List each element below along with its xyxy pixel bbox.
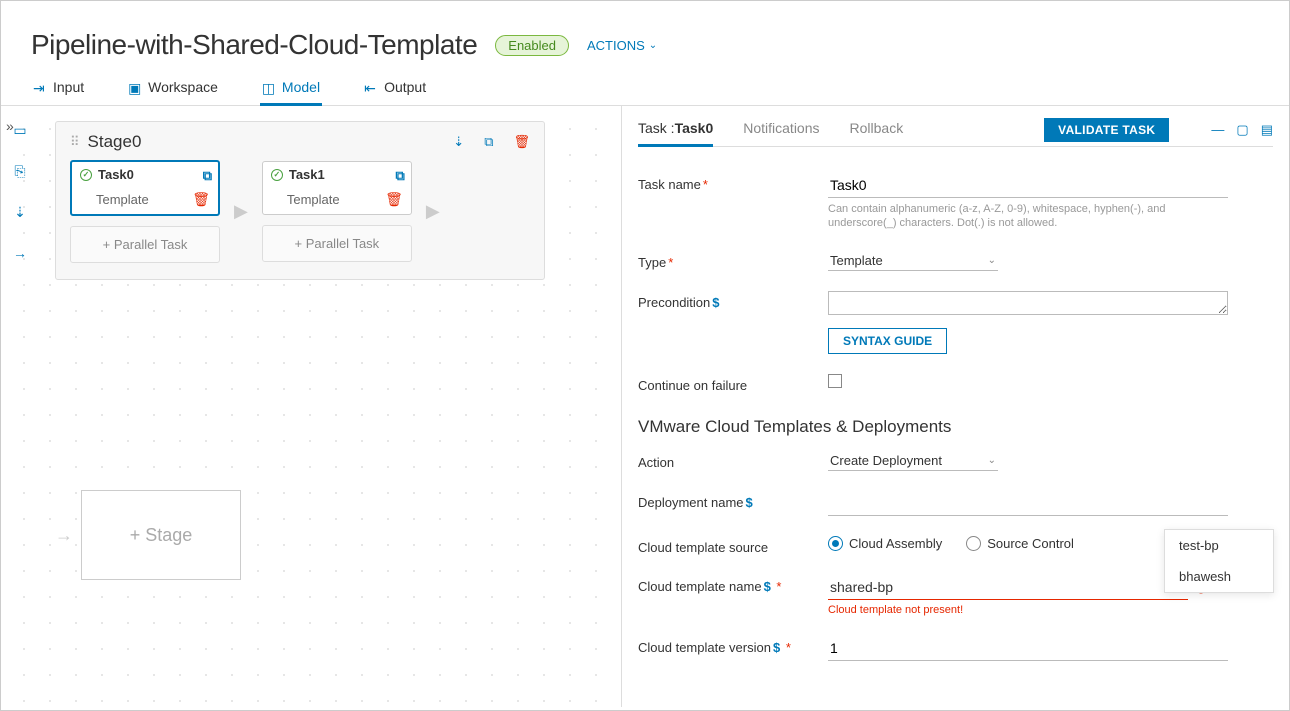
stage-card[interactable]: ⠿ Stage0 ⇣ ⧉ 🗑 ✓ Task0 ⧉	[55, 121, 545, 280]
task-name-label: Task name*	[638, 173, 818, 192]
page-header: Pipeline-with-Shared-Cloud-Template Enab…	[1, 1, 1289, 71]
task-card-task1[interactable]: ✓ Task1 ⧉ Template 🗑	[262, 161, 412, 215]
stage-header: ⠿ Stage0 ⇣ ⧉ 🗑	[70, 132, 530, 160]
delete-task-icon[interactable]: 🗑	[192, 191, 210, 208]
validate-task-button[interactable]: VALIDATE TASK	[1044, 118, 1169, 142]
dropdown-item-bhawesh[interactable]: bhawesh	[1165, 561, 1273, 592]
panel-tab-notifications[interactable]: Notifications	[743, 114, 819, 146]
cloud-template-version-input[interactable]	[828, 636, 1228, 661]
radio-cloud-assembly[interactable]: Cloud Assembly	[828, 536, 942, 551]
task-properties-panel: Task :Task0 Notifications Rollback VALID…	[621, 106, 1289, 707]
deployment-name-label: Deployment name$	[638, 491, 818, 510]
type-select[interactable]: Template⌄	[828, 251, 998, 271]
continue-on-failure-checkbox[interactable]	[828, 374, 842, 388]
add-stage-button[interactable]: + Stage	[81, 490, 241, 580]
radio-icon	[966, 536, 981, 551]
page-title: Pipeline-with-Shared-Cloud-Template	[31, 29, 477, 61]
minimize-icon[interactable]: —	[1211, 122, 1224, 138]
add-parallel-task-button[interactable]: + Parallel Task	[262, 225, 412, 262]
cloud-template-source-label: Cloud template source	[638, 536, 818, 555]
chevron-down-icon: ⌄	[988, 255, 996, 266]
task-name-hint: Can contain alphanumeric (a-z, A-Z, 0-9)…	[828, 202, 1228, 231]
flow-arrow-icon: ▶	[426, 201, 440, 222]
status-ok-icon: ✓	[80, 169, 92, 181]
precondition-label: Precondition$	[638, 291, 818, 310]
task-name-input[interactable]	[828, 173, 1228, 198]
cloud-template-version-label: Cloud template version$ *	[638, 636, 818, 655]
flow-arrow-icon: →	[55, 525, 73, 546]
task-name: Task0	[98, 167, 134, 182]
type-label: Type*	[638, 251, 818, 270]
variable-picker-icon[interactable]: $	[712, 295, 719, 310]
chevron-down-icon: ⌄	[649, 40, 657, 51]
input-icon: ⇥	[33, 80, 47, 94]
toolbar-import-icon[interactable]: ⇣	[14, 204, 26, 221]
duplicate-task-icon[interactable]: ⧉	[203, 168, 212, 184]
workspace-icon: ▣	[128, 80, 142, 94]
drag-handle-icon[interactable]: ⠿	[70, 134, 78, 150]
toolbar-layout-icon[interactable]: ▭	[13, 122, 26, 139]
cloud-template-name-error: Cloud template not present!	[828, 604, 1273, 616]
status-ok-icon: ✓	[271, 169, 283, 181]
action-label: Action	[638, 451, 818, 470]
cloud-template-name-input[interactable]	[828, 575, 1188, 600]
precondition-input[interactable]	[828, 291, 1228, 315]
flow-arrow-icon: ▶	[234, 201, 248, 222]
duplicate-task-icon[interactable]: ⧉	[396, 168, 405, 184]
tab-workspace[interactable]: ▣ Workspace	[126, 71, 220, 105]
variable-picker-icon[interactable]: $	[764, 579, 771, 594]
panel-tab-rollback[interactable]: Rollback	[850, 114, 904, 146]
stage-name[interactable]: Stage0	[88, 132, 444, 152]
continue-on-failure-label: Continue on failure	[638, 374, 818, 393]
import-stage-icon[interactable]: ⇣	[453, 134, 464, 150]
radio-source-control[interactable]: Source Control	[966, 536, 1074, 551]
radio-icon	[828, 536, 843, 551]
panel-tab-task[interactable]: Task :Task0	[638, 114, 713, 146]
delete-stage-icon[interactable]: 🗑	[513, 134, 530, 150]
task-card-task0[interactable]: ✓ Task0 ⧉ Template 🗑	[70, 160, 220, 216]
action-select[interactable]: Create Deployment⌄	[828, 451, 998, 471]
dock-icon[interactable]: ▤	[1261, 122, 1273, 138]
task-type-label: Template	[287, 192, 340, 207]
variable-picker-icon[interactable]: $	[746, 495, 753, 510]
deployment-name-input[interactable]	[828, 491, 1228, 516]
duplicate-stage-icon[interactable]: ⧉	[484, 134, 493, 150]
variable-picker-icon[interactable]: $	[773, 640, 780, 655]
template-name-dropdown: test-bp bhawesh	[1164, 529, 1274, 593]
syntax-guide-button[interactable]: SYNTAX GUIDE	[828, 328, 947, 354]
dropdown-item-test-bp[interactable]: test-bp	[1165, 530, 1273, 561]
model-canvas[interactable]: ▭ ⎘ ⇣ → ⠿ Stage0 ⇣ ⧉ 🗑 ✓	[1, 106, 621, 707]
add-parallel-task-button[interactable]: + Parallel Task	[70, 226, 220, 263]
tab-model[interactable]: ◫ Model	[260, 71, 322, 105]
toolbar-arrow-icon[interactable]: →	[13, 245, 27, 261]
deployments-section-title: VMware Cloud Templates & Deployments	[638, 403, 1273, 441]
task-type-label: Template	[96, 192, 149, 207]
output-icon: ⇤	[364, 80, 378, 94]
status-badge: Enabled	[495, 35, 569, 56]
delete-task-icon[interactable]: 🗑	[385, 191, 403, 208]
maximize-icon[interactable]: ▢	[1236, 122, 1248, 138]
toolbar-variable-icon[interactable]: ⎘	[14, 163, 25, 180]
chevron-down-icon: ⌄	[988, 455, 996, 466]
actions-menu-link[interactable]: ACTIONS ⌄	[587, 38, 657, 53]
tab-input[interactable]: ⇥ Input	[31, 71, 86, 105]
task-name: Task1	[289, 167, 325, 182]
tab-output[interactable]: ⇤ Output	[362, 71, 428, 105]
main-tabs: ⇥ Input ▣ Workspace ◫ Model ⇤ Output	[1, 71, 1289, 106]
cloud-template-name-label: Cloud template name$ *	[638, 575, 818, 594]
model-icon: ◫	[262, 80, 276, 94]
